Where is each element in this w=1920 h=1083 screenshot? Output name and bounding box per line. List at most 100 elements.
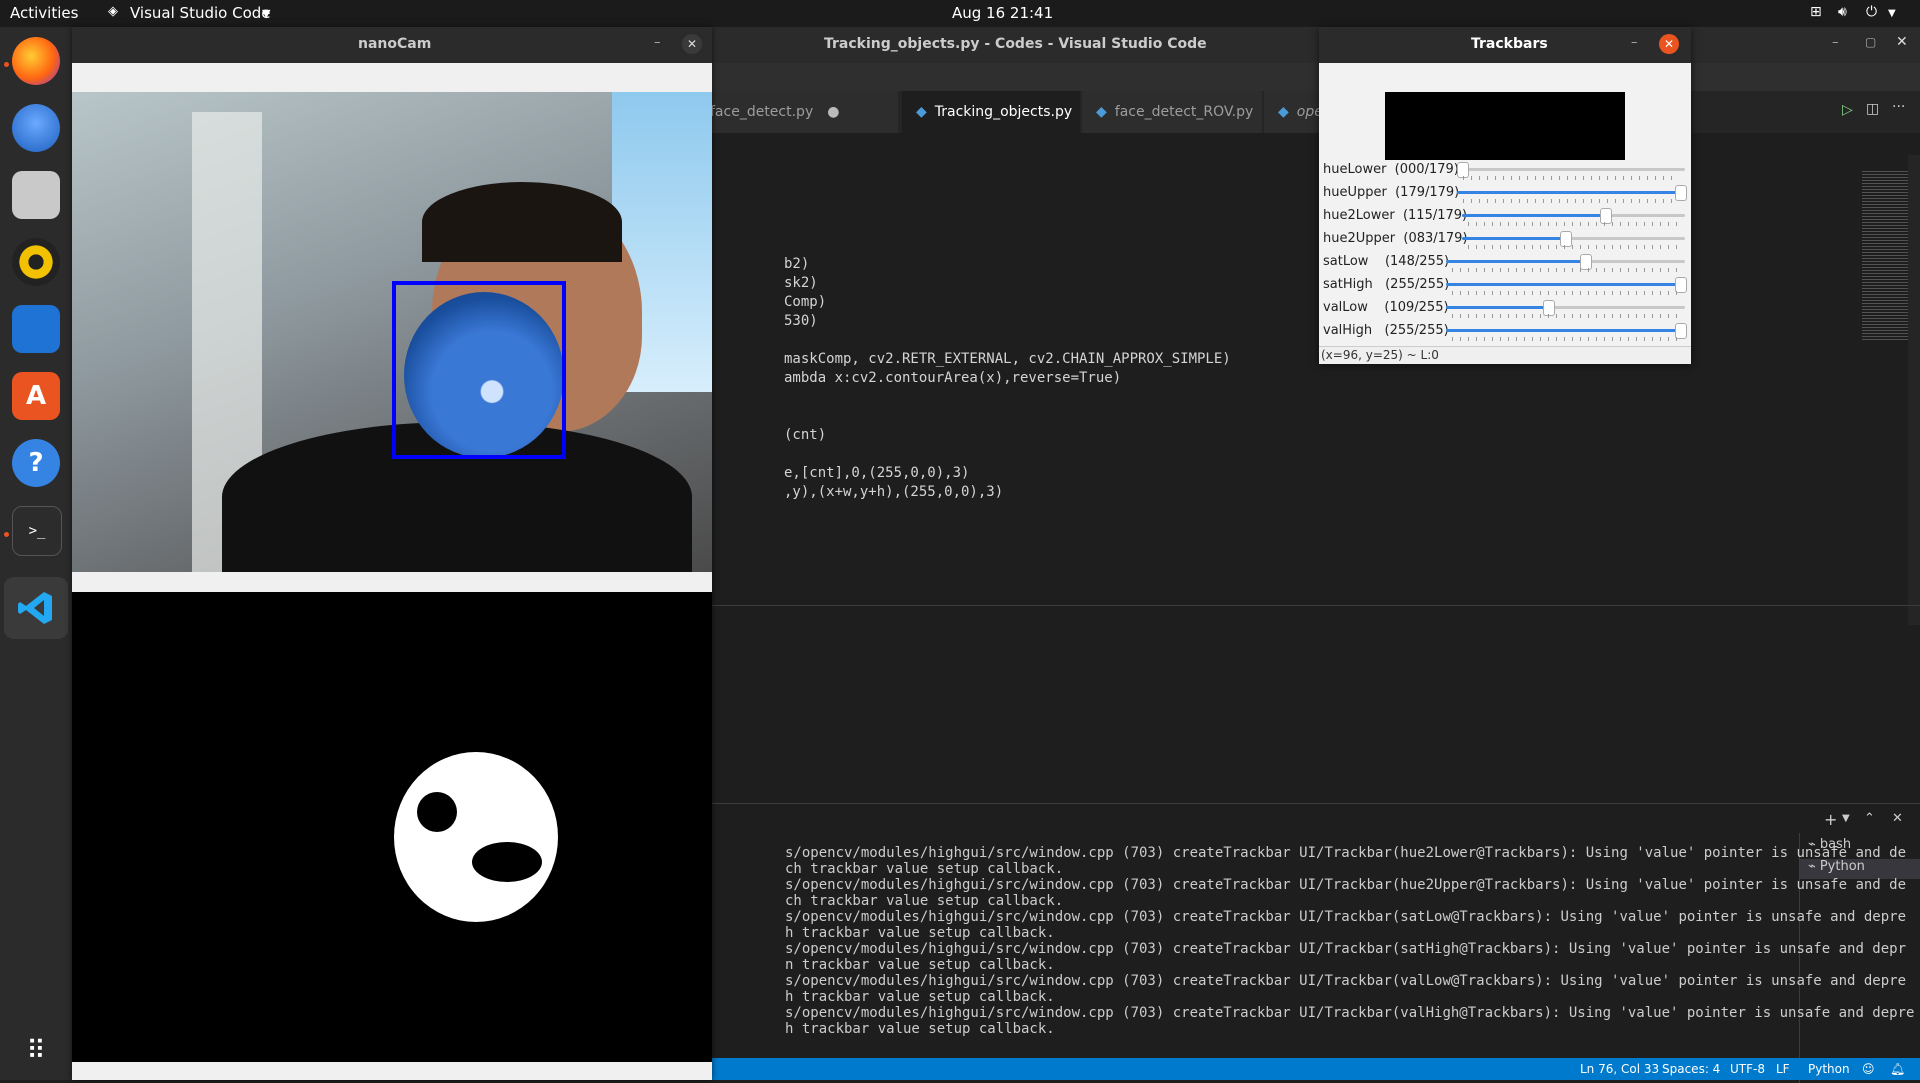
- maximize-panel-icon[interactable]: ⌃: [1864, 811, 1875, 826]
- terminal-item-python[interactable]: ⌁ Python: [1800, 859, 1920, 879]
- files-icon[interactable]: [12, 171, 60, 219]
- slider-ticks: [1468, 245, 1679, 249]
- minimap[interactable]: [1862, 171, 1912, 341]
- slider-ticks: [1452, 291, 1679, 295]
- activities-button[interactable]: Activities: [10, 4, 78, 22]
- more-actions-icon[interactable]: ···: [1892, 99, 1905, 115]
- tab-tracking-objects[interactable]: ◆ Tracking_objects.py ✕: [902, 91, 1094, 133]
- breadcrumb: [712, 133, 1920, 155]
- new-terminal-icon[interactable]: +: [1824, 810, 1837, 829]
- network-icon[interactable]: ⊞: [1810, 4, 1822, 20]
- encoding[interactable]: UTF-8: [1730, 1062, 1765, 1076]
- code-lines: b2) sk2) Comp) 530) maskComp, cv2.RETR_EXTER…: [784, 255, 1231, 502]
- terminal-line: n trackbar value setup callback.: [785, 957, 1055, 973]
- tab-face-detect-rov[interactable]: ◆ face_detect_ROV.py: [1082, 91, 1262, 133]
- running-indicator: [4, 62, 9, 67]
- slider-valHigh[interactable]: [1446, 323, 1687, 339]
- chevron-down-icon[interactable]: ▼: [1842, 813, 1850, 824]
- tab-label: Tracking_objects.py: [934, 104, 1073, 120]
- software-icon[interactable]: A: [12, 372, 60, 420]
- terminal-output[interactable]: s/opencv/modules/highgui/src/window.cpp …: [712, 845, 1914, 1075]
- slider-valLow[interactable]: [1446, 300, 1685, 316]
- slider-fill: [1462, 237, 1566, 240]
- app-menu-button[interactable]: Visual Studio Code: [130, 4, 271, 22]
- help-icon[interactable]: ?: [12, 439, 60, 487]
- slider-label-valLow: valLow (109/255): [1323, 300, 1449, 315]
- slider-label-hueUpper: hueUpper (179/179): [1323, 185, 1460, 200]
- terminal-icon[interactable]: >_: [12, 506, 62, 556]
- editor-scrollbar[interactable]: [1908, 155, 1920, 625]
- indentation[interactable]: Spaces: 4: [1662, 1062, 1720, 1076]
- rhythmbox-icon[interactable]: [12, 238, 60, 286]
- slider-label-hue2Upper: hue2Upper (083/179): [1323, 231, 1468, 246]
- terminal-line: h trackbar value setup callback.: [785, 925, 1055, 941]
- python-file-icon: ◆: [1278, 104, 1289, 120]
- feedback-icon[interactable]: ☺: [1862, 1062, 1875, 1076]
- terminal-line: s/opencv/modules/highgui/src/window.cpp …: [785, 909, 1907, 925]
- chevron-down-icon: ▼: [262, 7, 271, 20]
- vscode-icon[interactable]: [4, 577, 68, 639]
- minimize-icon[interactable]: –: [654, 35, 661, 50]
- tab-face-detect[interactable]: face_detect.py ●: [710, 91, 898, 133]
- apps-grid-icon[interactable]: ⠿: [12, 1027, 60, 1075]
- python-file-icon: ◆: [1096, 104, 1107, 120]
- eol[interactable]: LF: [1776, 1062, 1790, 1076]
- terminal-line: ch trackbar value setup callback.: [785, 861, 1064, 877]
- volume-icon[interactable]: 🔊︎: [1838, 4, 1847, 20]
- slider-fill: [1446, 260, 1585, 263]
- firefox-icon[interactable]: [12, 37, 60, 85]
- minimize-icon[interactable]: –: [1631, 35, 1638, 50]
- window-title: Tracking_objects.py - Codes - Visual Stu…: [824, 36, 1207, 52]
- close-icon[interactable]: ✕: [1896, 34, 1908, 50]
- minimize-icon[interactable]: –: [1832, 35, 1839, 50]
- notifications-icon[interactable]: 🔔︎: [1890, 1062, 1905, 1076]
- slider-ticks: [1468, 222, 1679, 226]
- clock[interactable]: Aug 16 21:41: [952, 4, 1053, 22]
- slider-hue2Upper[interactable]: [1462, 231, 1685, 247]
- terminal-line: s/opencv/modules/highgui/src/window.cpp …: [785, 941, 1907, 957]
- cursor-position[interactable]: Ln 76, Col 33: [1580, 1062, 1659, 1076]
- status-footer: (x=96, y=25) ~ L:0: [1319, 346, 1691, 364]
- maximize-icon[interactable]: ▢: [1865, 35, 1876, 49]
- split-editor-icon[interactable]: ◫: [1866, 101, 1879, 117]
- slider-label-hue2Lower: hue2Lower (115/179): [1323, 208, 1468, 223]
- code-line: ,y),(x+w,y+h),(255,0,0),3): [784, 484, 1004, 500]
- slider-satHigh[interactable]: [1446, 277, 1687, 293]
- close-icon[interactable]: ✕: [682, 34, 702, 54]
- window-title: Trackbars: [1471, 36, 1548, 52]
- close-icon[interactable]: ✕: [1659, 34, 1679, 54]
- python-file-icon: ◆: [916, 104, 927, 120]
- code-line: Comp): [784, 294, 827, 310]
- slider-label-valHigh: valHigh (255/255): [1323, 323, 1449, 338]
- slider-hue2Lower[interactable]: [1462, 208, 1685, 224]
- run-icon[interactable]: ▷: [1842, 102, 1853, 118]
- slider-label-hueLower: hueLower (000/179): [1323, 162, 1459, 177]
- tracking-rectangle: [392, 281, 566, 459]
- terminal-line: h trackbar value setup callback.: [785, 989, 1055, 1005]
- mask-blob: [394, 752, 558, 922]
- slider-hueUpper[interactable]: [1457, 185, 1687, 201]
- power-icon[interactable]: ⏻: [1866, 4, 1877, 20]
- slider-ticks: [1452, 314, 1679, 318]
- cursor-readout: (x=96, y=25) ~ L:0: [1321, 348, 1439, 362]
- language-mode[interactable]: Python: [1808, 1062, 1850, 1076]
- slider-hueLower[interactable]: [1457, 162, 1685, 178]
- close-panel-icon[interactable]: ✕: [1892, 811, 1903, 826]
- slider-fill: [1446, 306, 1549, 309]
- code-line: (cnt): [784, 427, 827, 443]
- slider-label-satHigh: satHigh (255/255): [1323, 277, 1450, 292]
- mask-view: [72, 592, 712, 1062]
- terminal-line: s/opencv/modules/highgui/src/window.cpp …: [785, 1005, 1915, 1021]
- trackbars-titlebar: Trackbars – ✕: [1319, 27, 1691, 63]
- terminal-list-divider: [1799, 833, 1800, 1083]
- dock: A ? >_ ⠿: [0, 27, 72, 1080]
- code-line: maskComp, cv2.RETR_EXTERNAL, cv2.CHAIN_A…: [784, 351, 1231, 367]
- writer-icon[interactable]: [12, 305, 60, 353]
- slider-satLow[interactable]: [1446, 254, 1685, 270]
- code-line: e,[cnt],0,(255,0,0),3): [784, 465, 970, 481]
- code-line: ambda x:cv2.contourArea(x),reverse=True): [784, 370, 1122, 386]
- thunderbird-icon[interactable]: [12, 104, 60, 152]
